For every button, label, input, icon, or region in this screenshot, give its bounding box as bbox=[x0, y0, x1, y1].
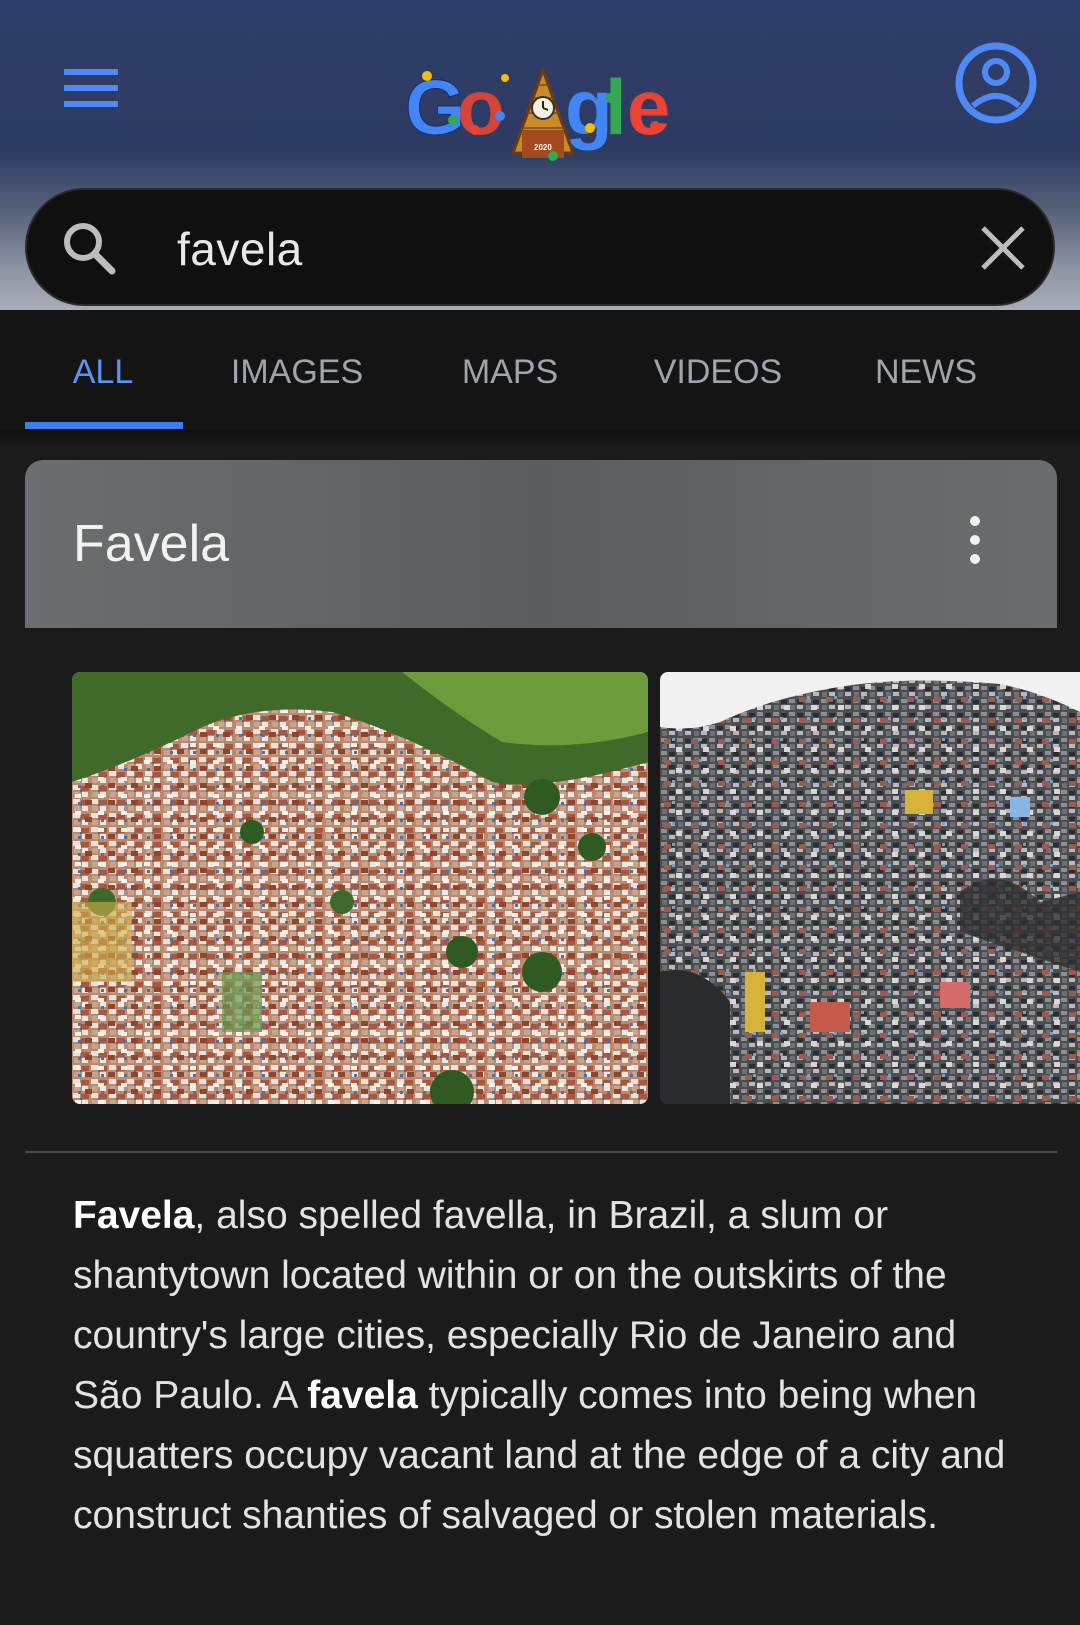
favela-hillside-photo[interactable] bbox=[660, 672, 1080, 1104]
tabs-shadow bbox=[0, 430, 1080, 448]
more-vert-icon[interactable] bbox=[960, 516, 990, 566]
search-tabs: ALL IMAGES MAPS VIDEOS NEWS bbox=[0, 310, 1080, 430]
close-icon[interactable] bbox=[977, 222, 1029, 274]
svg-text:e: e bbox=[627, 63, 670, 151]
menu-button[interactable] bbox=[56, 62, 126, 114]
menu-icon-bar bbox=[64, 85, 118, 91]
description-term: favela bbox=[307, 1374, 418, 1417]
svg-text:o: o bbox=[457, 63, 505, 151]
search-input[interactable]: favela bbox=[177, 190, 303, 308]
search-icon[interactable] bbox=[59, 218, 119, 278]
divider bbox=[25, 1151, 1057, 1153]
tab-all[interactable]: ALL bbox=[48, 310, 158, 430]
knowledge-panel-title: Favela bbox=[73, 515, 230, 573]
favela-aerial-photo[interactable] bbox=[72, 672, 648, 1104]
doodle-year: 2020 bbox=[534, 143, 552, 152]
search-bar[interactable]: favela bbox=[25, 188, 1055, 306]
active-tab-indicator bbox=[25, 422, 183, 429]
knowledge-panel-description: Favela, also spelled favella, in Brazil,… bbox=[73, 1186, 1033, 1546]
google-doodle-logo[interactable]: G o 2020 g l e bbox=[405, 58, 685, 173]
description-term: Favela bbox=[73, 1194, 195, 1237]
tab-videos[interactable]: VIDEOS bbox=[648, 310, 788, 430]
menu-icon bbox=[64, 69, 118, 75]
tab-news[interactable]: NEWS bbox=[866, 310, 986, 430]
menu-icon-bar bbox=[64, 101, 118, 107]
tab-images[interactable]: IMAGES bbox=[222, 310, 372, 430]
account-circle-icon[interactable] bbox=[953, 40, 1039, 126]
knowledge-panel-header: Favela bbox=[25, 460, 1057, 628]
svg-text:l: l bbox=[605, 63, 627, 151]
app-header: G o 2020 g l e favela bbox=[0, 0, 1080, 310]
tab-maps[interactable]: MAPS bbox=[450, 310, 570, 430]
